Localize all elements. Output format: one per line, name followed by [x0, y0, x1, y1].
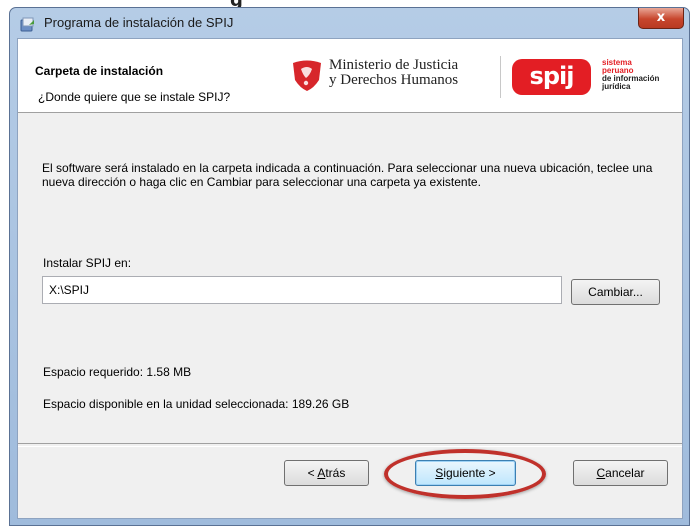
spij-tagline: sistema peruano de información jurídica	[602, 59, 682, 91]
change-button[interactable]: Cambiar...	[571, 279, 660, 305]
logo-divider	[500, 56, 501, 98]
back-button-rest: trás	[325, 466, 346, 480]
installer-window: Programa de instalación de SPIJ x Carpet…	[9, 7, 690, 526]
close-button[interactable]: x	[638, 8, 684, 29]
annotation-highlight-ring	[384, 449, 546, 499]
spij-logo: spij	[512, 59, 591, 95]
cancel-button-rest: ancelar	[605, 466, 645, 480]
cropped-heading: g	[0, 0, 699, 7]
ministry-shield-icon	[293, 60, 321, 91]
description-text: El software será instalado en la carpeta…	[42, 161, 653, 189]
cancel-button-accel: C	[596, 466, 606, 480]
back-button-prefix: <	[307, 466, 318, 480]
button-separator	[18, 443, 682, 447]
page-title: Carpeta de instalación	[35, 64, 164, 78]
window-title: Programa de instalación de SPIJ	[44, 15, 234, 30]
ministry-name-line2: y Derechos Humanos	[329, 72, 459, 88]
spij-tagline-4: jurídica	[602, 82, 631, 91]
install-path-input[interactable]	[42, 276, 562, 304]
cropped-heading-text: g	[230, 0, 243, 7]
title-bar[interactable]: Programa de instalación de SPIJ x	[10, 8, 689, 38]
ministry-name: Ministerio de Justicia y Derechos Humano…	[329, 58, 458, 88]
header-band: Carpeta de instalación ¿Donde quiere que…	[18, 39, 682, 113]
cancel-button[interactable]: Cancelar	[573, 460, 668, 486]
ministry-name-line1: Ministerio de Justicia	[329, 57, 459, 73]
page-subtitle: ¿Donde quiere que se instale SPIJ?	[38, 90, 231, 104]
install-path-label: Instalar SPIJ en:	[43, 256, 132, 270]
space-required-text: Espacio requerido: 1.58 MB	[43, 365, 192, 379]
space-available-text: Espacio disponible en la unidad seleccio…	[43, 397, 350, 411]
back-button[interactable]: < Atrás	[284, 460, 369, 486]
dialog-client-area: Carpeta de instalación ¿Donde quiere que…	[17, 38, 683, 519]
installer-icon	[20, 17, 34, 32]
